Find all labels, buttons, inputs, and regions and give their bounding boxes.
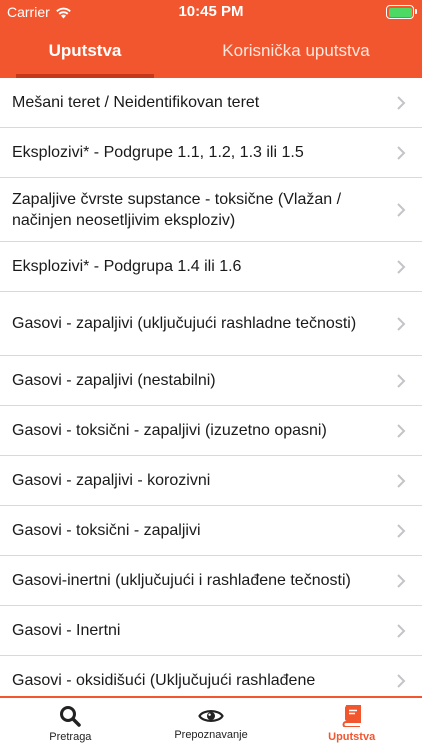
list-item-label: Gasovi - toksični - zapaljivi <box>12 522 201 539</box>
list-item[interactable]: Gasovi - zapaljivi - korozivni <box>0 456 422 506</box>
tabbar-item-uputstva[interactable]: Uputstva <box>281 698 422 750</box>
tabbar-item-prepoznavanje[interactable]: Prepoznavanje <box>141 698 282 750</box>
chevron-right-icon <box>397 673 406 688</box>
bottom-tab-bar: Pretraga Prepoznavanje Uputstva <box>0 696 422 750</box>
list-item[interactable]: Gasovi - toksični - zapaljivi <box>0 506 422 556</box>
tabbar-item-pretraga[interactable]: Pretraga <box>0 698 141 750</box>
tab-label: Korisnička uputstva <box>222 41 370 60</box>
list-item[interactable]: Mešani teret / Neidentifikovan teret <box>0 78 422 128</box>
list-item[interactable]: Gasovi - oksidišući (Uključujući rashlađ… <box>0 656 422 696</box>
list-item-label: Gasovi - Inertni <box>12 622 121 639</box>
chevron-right-icon <box>397 145 406 160</box>
list-item[interactable]: Gasovi - toksični - zapaljivi (izuzetno … <box>0 406 422 456</box>
eye-icon <box>198 710 224 722</box>
chevron-right-icon <box>397 316 406 331</box>
list-item-label: Eksplozivi* - Podgrupa 1.4 ili 1.6 <box>12 258 242 275</box>
chevron-right-icon <box>397 623 406 638</box>
list-item-label: Mešani teret / Neidentifikovan teret <box>12 94 260 111</box>
list-item-label: Gasovi - zapaljivi - korozivni <box>12 472 211 489</box>
list-item-label: Gasovi - zapaljivi (nestabilni) <box>12 372 216 389</box>
tabbar-label: Uputstva <box>328 731 376 743</box>
list-item-label: Zapaljive čvrste supstance - toksične (V… <box>12 190 342 229</box>
instructions-list: Mešani teret / Neidentifikovan teret Eks… <box>0 78 422 696</box>
tab-label: Uputstva <box>48 41 122 60</box>
tab-korisnicka-uputstva[interactable]: Korisnička uputstva <box>170 24 422 78</box>
search-icon <box>60 706 82 727</box>
list-item-label: Eksplozivi* - Podgrupe 1.1, 1.2, 1.3 ili… <box>12 144 304 161</box>
header: Carrier 10:45 PM Uputstva Korisnička upu… <box>0 0 422 78</box>
status-bar: Carrier 10:45 PM <box>0 0 422 24</box>
book-icon <box>342 705 361 727</box>
list-item-label: Gasovi - zapaljivi (uključujući rashladn… <box>12 315 357 332</box>
tab-uputstva[interactable]: Uputstva <box>0 24 170 78</box>
list-item-label: Gasovi - oksidišući (Uključujući rashlađ… <box>12 672 316 689</box>
chevron-right-icon <box>397 523 406 538</box>
chevron-right-icon <box>397 259 406 274</box>
battery-icon <box>386 5 417 19</box>
list-item[interactable]: Eksplozivi* - Podgrupe 1.1, 1.2, 1.3 ili… <box>0 128 422 178</box>
list-item[interactable]: Eksplozivi* - Podgrupa 1.4 ili 1.6 <box>0 242 422 292</box>
list-item[interactable]: Gasovi-inertni (uključujući i rashlađene… <box>0 556 422 606</box>
chevron-right-icon <box>397 573 406 588</box>
list-item[interactable]: Zapaljive čvrste supstance - toksične (V… <box>0 178 422 242</box>
list-item-label: Gasovi - toksični - zapaljivi (izuzetno … <box>12 422 327 439</box>
tabbar-label: Pretraga <box>49 731 92 743</box>
chevron-right-icon <box>397 373 406 388</box>
chevron-right-icon <box>397 423 406 438</box>
list-item[interactable]: Gasovi - zapaljivi (nestabilni) <box>0 356 422 406</box>
chevron-right-icon <box>397 95 406 110</box>
status-time: 10:45 PM <box>178 3 244 20</box>
list-item[interactable]: Gasovi - Inertni <box>0 606 422 656</box>
chevron-right-icon <box>397 473 406 488</box>
tabbar-label: Prepoznavanje <box>174 729 248 741</box>
list-item-label: Gasovi-inertni (uključujući i rashlađene… <box>12 572 351 589</box>
segmented-tabs: Uputstva Korisnička uputstva <box>0 24 422 78</box>
list-item[interactable]: Gasovi - zapaljivi (uključujući rashladn… <box>0 292 422 356</box>
chevron-right-icon <box>397 202 406 217</box>
